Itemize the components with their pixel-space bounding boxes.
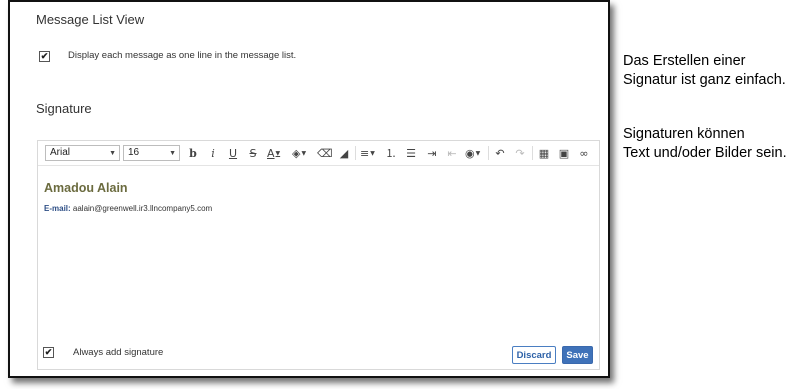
align-icon[interactable]: ≡ ▼ [360, 145, 375, 161]
email-value: aalain@greenwell.ir3.llncompany5.com [72, 204, 213, 213]
signature-name: Amadou Alain [44, 181, 128, 195]
annotation-text-1: Das Erstellen einer Signatur ist ganz ei… [623, 53, 786, 88]
bold-icon[interactable]: b [187, 145, 199, 161]
underline-icon[interactable]: U [227, 145, 239, 161]
image-icon[interactable]: ▣ [558, 145, 570, 161]
font-size-value: 16 [128, 147, 140, 158]
font-family-select[interactable]: Arial ▼ [45, 145, 120, 161]
signature-email: E-mail: aalain@greenwell.ir3.llncompany5… [44, 204, 212, 213]
link-icon[interactable]: ∞ [578, 145, 590, 161]
font-color-icon[interactable]: A ▼ [267, 145, 280, 161]
link-globe-icon[interactable]: ◉ ▼ [465, 145, 480, 161]
italic-icon[interactable]: i [207, 145, 219, 161]
format-painter-icon[interactable]: ◢ [338, 145, 350, 161]
numbered-list-icon[interactable]: ⒈ [385, 145, 397, 161]
settings-panel: Message List View ✔ Display each message… [8, 0, 610, 378]
toolbar-divider [488, 146, 489, 160]
signature-title: Signature [36, 101, 92, 116]
editor-toolbar: Arial ▼ 16 ▼ b i U S A ▼ ◈ ▼ ⌫ ◢ ≡ ▼ ⒈ ☰ ⇥ … [38, 141, 599, 166]
strikethrough-icon[interactable]: S [247, 145, 259, 161]
always-add-signature-label: Always add signature [73, 347, 164, 358]
one-line-checkbox[interactable]: ✔ [39, 51, 50, 62]
outdent-icon[interactable]: ⇤ [446, 145, 458, 161]
toolbar-divider [355, 146, 356, 160]
indent-icon[interactable]: ⇥ [426, 145, 438, 161]
discard-button[interactable]: Discard [512, 346, 556, 364]
font-size-select[interactable]: 16 ▼ [123, 145, 180, 161]
toolbar-divider [532, 146, 533, 160]
highlight-color-icon[interactable]: ◈ ▼ [292, 145, 306, 161]
annotation-text-2: Signaturen können Text und/oder Bilder s… [623, 126, 787, 161]
always-add-signature-checkbox[interactable]: ✔ [43, 347, 54, 358]
font-family-value: Arial [50, 147, 71, 158]
chevron-down-icon: ▼ [109, 150, 116, 157]
clear-format-icon[interactable]: ⌫ [317, 145, 333, 161]
redo-icon[interactable]: ↷ [514, 145, 526, 161]
email-label: E-mail: [44, 204, 71, 213]
undo-icon[interactable]: ↶ [494, 145, 506, 161]
signature-editor[interactable]: Arial ▼ 16 ▼ b i U S A ▼ ◈ ▼ ⌫ ◢ ≡ ▼ ⒈ ☰ ⇥ … [37, 140, 600, 370]
message-list-view-title: Message List View [36, 12, 145, 27]
save-button[interactable]: Save [562, 346, 593, 364]
table-icon[interactable]: ▦ [538, 145, 550, 161]
chevron-down-icon: ▼ [169, 150, 176, 157]
one-line-label: Display each message as one line in the … [68, 50, 297, 61]
bullet-list-icon[interactable]: ☰ [405, 145, 417, 161]
